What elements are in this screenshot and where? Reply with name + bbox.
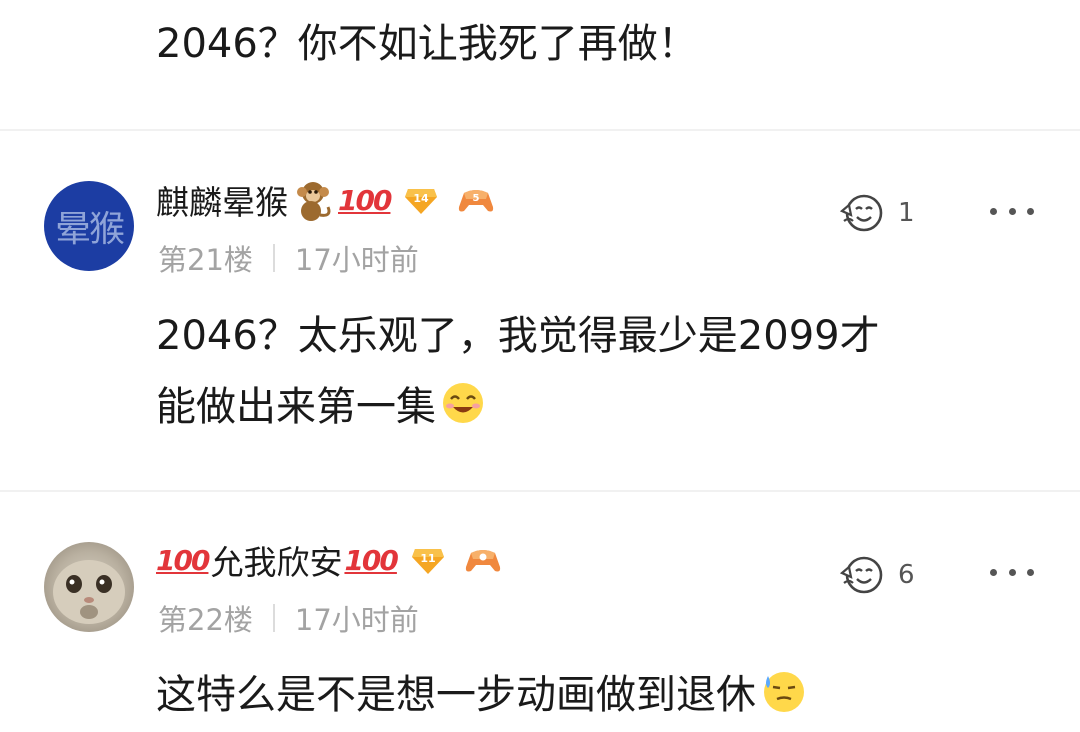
floor-number: 第21楼: [158, 243, 253, 277]
meta-separator: [272, 604, 275, 632]
cat-avatar-icon: [53, 560, 125, 624]
like-button[interactable]: 6: [840, 550, 915, 600]
level-badge: 14: [405, 189, 438, 214]
laughing-face-icon: [443, 383, 483, 423]
score-100-badge: 100: [338, 183, 392, 217]
avatar-text: 晕猴: [54, 209, 125, 250]
avatar[interactable]: 晕猴: [44, 181, 134, 271]
more-options-icon[interactable]: [990, 201, 1034, 221]
comment-text: 这特么是不是想一步动画做到退休: [156, 672, 756, 718]
sweat-face-icon: [764, 672, 804, 712]
username[interactable]: 允我欣安: [210, 536, 342, 584]
timestamp: 17小时前: [294, 243, 419, 277]
comment-text: 2046？你不如让我死了再做！: [156, 21, 698, 67]
monkey-icon: [297, 182, 331, 221]
divider: [0, 490, 1080, 492]
like-count: 1: [898, 198, 915, 228]
avatar[interactable]: [44, 542, 134, 632]
score-100-badge: 100: [344, 543, 398, 577]
username[interactable]: 麒麟晕猴: [156, 176, 288, 224]
username-row: 麒麟晕猴 100 14 5: [156, 176, 496, 224]
comment-text-line-2: 能做出来第一集: [156, 380, 486, 431]
timestamp: 17小时前: [294, 603, 419, 637]
like-button[interactable]: 1: [840, 188, 915, 238]
game-level-text: 5: [473, 193, 480, 204]
more-options-icon[interactable]: [990, 562, 1034, 582]
score-100-badge: 100: [156, 543, 210, 577]
meta-separator: [272, 244, 275, 272]
comment-text: 能做出来第一集: [156, 384, 436, 430]
gamepad-badge-icon: [465, 550, 501, 572]
level-text: 14: [414, 192, 430, 205]
like-icon: [840, 194, 883, 232]
comment-meta: 第21楼 17小时前: [158, 238, 419, 278]
username-row: 100 允我欣安 100 11: [156, 536, 503, 584]
comment-text-line-1: 这特么是不是想一步动画做到退休: [156, 668, 806, 719]
comment-text-line-1: 2046？太乐观了，我觉得最少是2099才: [156, 313, 880, 359]
like-icon: [840, 556, 883, 594]
level-badge: 11: [411, 549, 444, 574]
divider: [0, 129, 1080, 131]
comment-meta: 第22楼 17小时前: [158, 598, 419, 638]
gamepad-badge-icon: 5: [459, 190, 494, 212]
level-text: 11: [420, 552, 435, 565]
like-count: 6: [898, 560, 915, 590]
floor-number: 第22楼: [158, 603, 253, 637]
